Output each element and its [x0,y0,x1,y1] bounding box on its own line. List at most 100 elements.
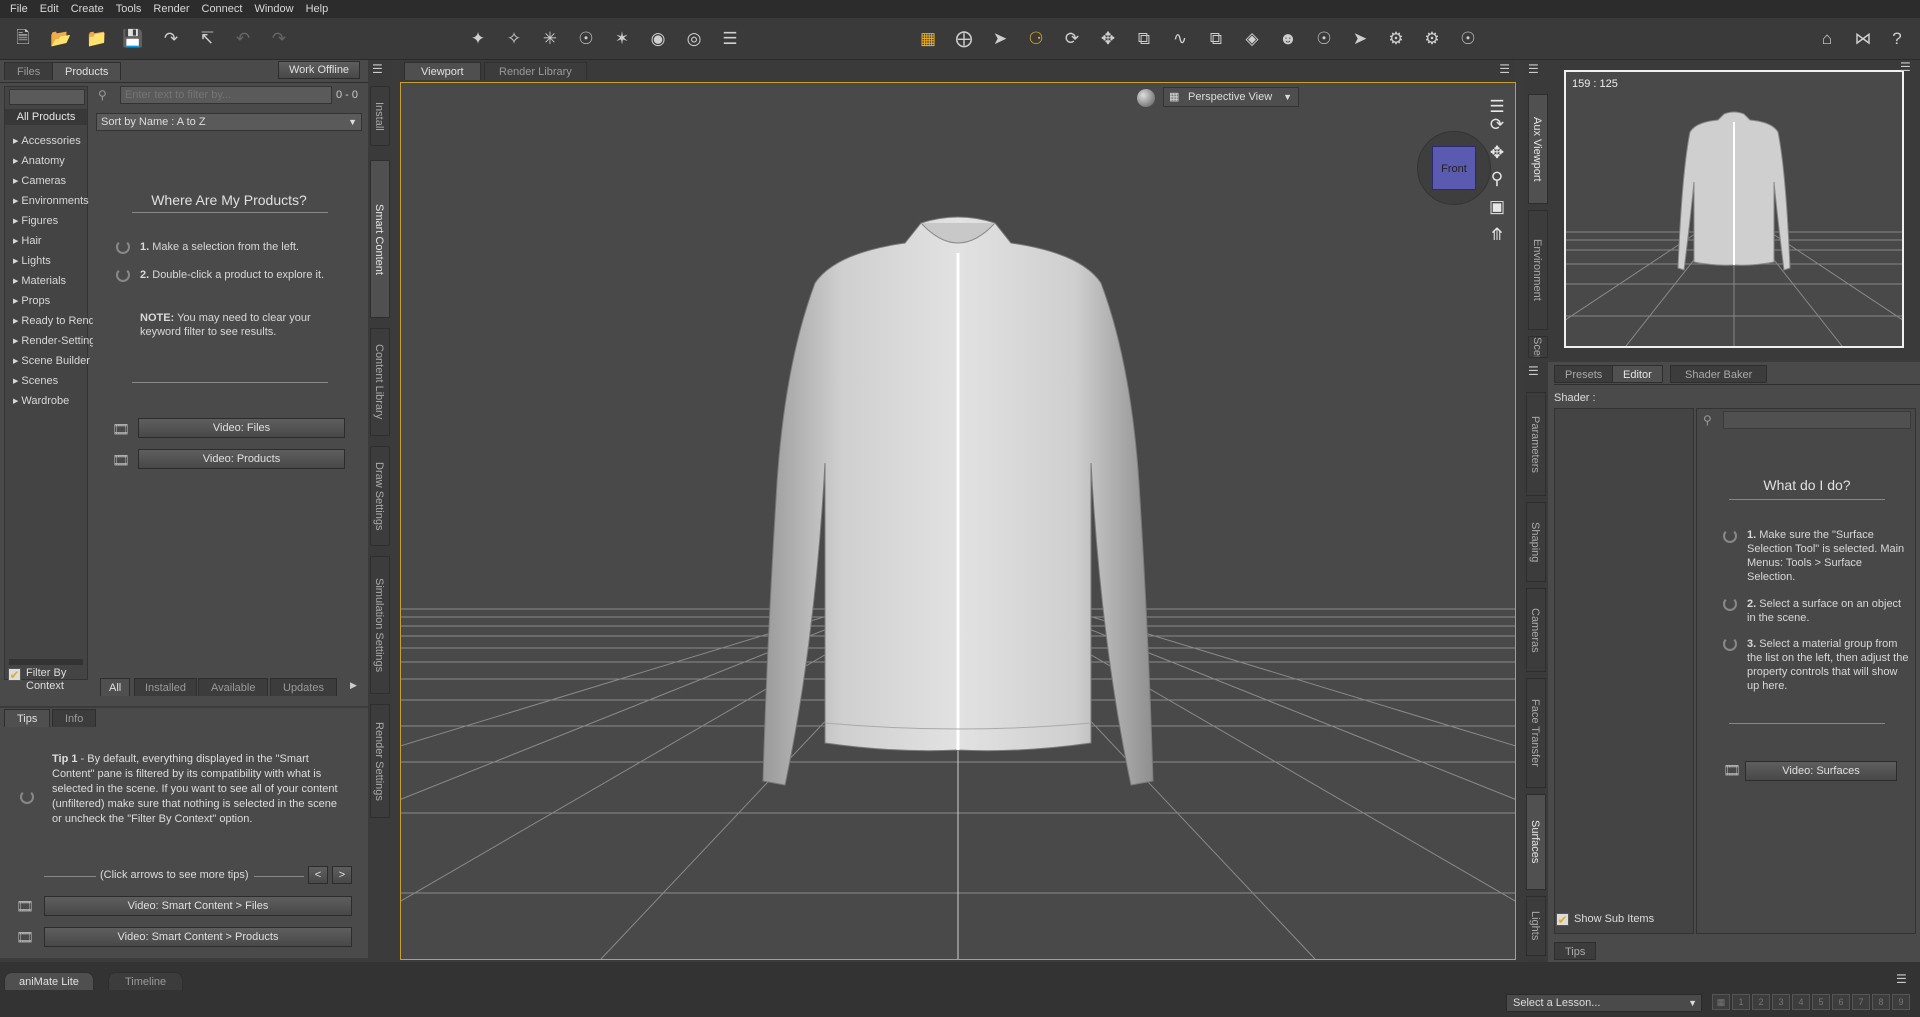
property-filter-input[interactable] [1723,411,1911,429]
spot-render-icon[interactable]: ➤ [1347,26,1373,52]
pane-menu-icon[interactable]: ☰ [1499,62,1510,76]
tab-draw-settings[interactable]: Draw Settings [370,446,390,546]
pane-menu-icon[interactable]: ☰ [1900,60,1911,74]
tab-render-library[interactable]: Render Library [484,62,587,80]
category-scenes[interactable]: Scenes [13,375,93,387]
tab-render-settings[interactable]: Render Settings [370,704,390,818]
tab-products[interactable]: Products [52,62,122,80]
node-selection-icon[interactable]: ➤ [987,26,1013,52]
pane-menu-icon[interactable]: ☰ [1896,972,1907,986]
tab-simulation-settings[interactable]: Simulation Settings [370,556,390,694]
tab-tips[interactable]: Tips [1554,942,1597,960]
lesson-dropdown[interactable]: Select a Lesson... ▼ [1506,994,1702,1012]
all-products-item[interactable]: All Products [5,109,87,125]
video-surfaces-button[interactable]: Video: Surfaces [1745,761,1897,781]
filter-input[interactable] [120,86,332,104]
whats-this-icon[interactable]: ⋈ [1850,26,1876,52]
tab-cameras[interactable]: Cameras [1526,588,1546,672]
render-icon[interactable]: ⚙ [1419,26,1445,52]
category-lights[interactable]: Lights [13,255,93,267]
pane-menu-icon[interactable]: ☰ [372,62,383,76]
tab-content-library[interactable]: Content Library [370,328,390,436]
merge-folder-icon[interactable]: 📁 [84,26,110,52]
tab-surfaces[interactable]: Surfaces [1526,794,1546,890]
pan-camera-icon[interactable]: ✥ [1486,142,1508,164]
tab-updates[interactable]: Updates [270,678,337,696]
category-scene-builder[interactable]: Scene Builder [13,355,93,367]
tab-lights[interactable]: Lights [1526,896,1546,956]
point-light-icon[interactable]: ☉ [573,26,599,52]
category-anatomy[interactable]: Anatomy [13,155,93,167]
reset-camera-icon[interactable]: ⤊ [1486,224,1508,246]
home-ds-icon[interactable]: ⌂ [1814,26,1840,52]
menu-edit[interactable]: Edit [34,0,65,18]
menu-connect[interactable]: Connect [196,0,249,18]
category-dropdown[interactable] [9,89,85,105]
orbit-camera-icon[interactable]: ⟳ [1486,114,1508,136]
draw-style-sphere-icon[interactable] [1137,89,1155,107]
lesson-page[interactable]: 6 [1832,994,1850,1010]
distant-light-icon[interactable]: ✳ [537,26,563,52]
category-ready-to-render[interactable]: Ready to Render [13,315,93,327]
tab-available[interactable]: Available [198,678,269,696]
tab-shader-baker[interactable]: Shader Baker [1670,365,1768,383]
category-render-settings[interactable]: Render-Settings [13,335,93,347]
export-icon[interactable]: ↸ [194,26,220,52]
scale-tool-icon[interactable]: ⧉ [1131,26,1157,52]
tab-aux-viewport[interactable]: Aux Viewport [1528,94,1548,204]
material-group-list[interactable] [1554,408,1694,934]
tab-face-transfer[interactable]: Face Transfer [1526,678,1546,788]
lesson-grid-icon[interactable]: ▦ [1712,994,1730,1010]
tab-info[interactable]: Info [52,709,97,727]
menu-window[interactable]: Window [248,0,299,18]
tab-viewport[interactable]: Viewport [404,62,481,80]
menu-help[interactable]: Help [300,0,335,18]
save-icon[interactable]: 💾 [120,26,146,52]
lesson-page[interactable]: 8 [1872,994,1890,1010]
filter-by-context-checkbox[interactable]: ✔ [8,668,21,681]
lesson-page[interactable]: 9 [1892,994,1910,1010]
lesson-page[interactable]: 3 [1772,994,1790,1010]
joint-editor-icon[interactable]: ∿ [1167,26,1193,52]
menu-render[interactable]: Render [147,0,195,18]
menu-tools[interactable]: Tools [110,0,148,18]
tab-timeline[interactable]: Timeline [108,972,184,990]
zoom-camera-icon[interactable]: ⚲ [1486,168,1508,190]
menu-create[interactable]: Create [65,0,110,18]
lesson-page[interactable]: 1 [1732,994,1750,1010]
video-smart-content-files-button[interactable]: Video: Smart Content > Files [44,896,352,916]
pane-menu-icon[interactable]: ☰ [1528,62,1539,76]
3d-viewport[interactable]: ▦ Perspective View ▼ Front [400,82,1516,960]
create-figure-icon[interactable]: ✦ [465,26,491,52]
pane-menu-icon[interactable]: ☰ [1528,364,1539,378]
lesson-page[interactable]: 7 [1852,994,1870,1010]
tab-tips[interactable]: Tips [4,709,51,727]
camera-tool-icon[interactable]: ☉ [1311,26,1337,52]
prev-tip-button[interactable]: < [308,866,328,884]
new-file-icon[interactable]: 🗎 [10,26,36,52]
category-scrollbar[interactable] [9,659,83,665]
category-wardrobe[interactable]: Wardrobe [13,395,93,407]
video-products-button[interactable]: Video: Products [138,449,345,469]
category-props[interactable]: Props [13,295,93,307]
view-cube-front-face[interactable]: Front [1432,146,1476,190]
tab-animate-lite[interactable]: aniMate Lite [4,972,94,990]
tab-presets[interactable]: Presets [1554,365,1614,383]
universal-tool-icon[interactable]: ⨁ [951,26,977,52]
undo-icon[interactable]: ↶ [230,26,256,52]
grid-icon[interactable]: ▦ [915,26,941,52]
help-icon[interactable]: ? [1884,26,1910,52]
tab-scene[interactable]: Scene [1528,336,1548,358]
category-hair[interactable]: Hair [13,235,93,247]
next-tip-button[interactable]: > [332,866,352,884]
spotlight-icon[interactable]: ✧ [501,26,527,52]
category-cameras[interactable]: Cameras [13,175,93,187]
surface-selection-icon[interactable]: ⚆ [1023,26,1049,52]
primitive-icon[interactable]: ◎ [681,26,707,52]
tab-install[interactable]: Install [370,86,390,146]
tab-smart-content[interactable]: Smart Content [370,160,390,318]
rotate-tool-icon[interactable]: ⟳ [1059,26,1085,52]
tab-editor[interactable]: Editor [1612,365,1663,383]
render-settings-icon[interactable]: ⚙ [1383,26,1409,52]
figure-tool-icon[interactable]: ☻ [1275,26,1301,52]
